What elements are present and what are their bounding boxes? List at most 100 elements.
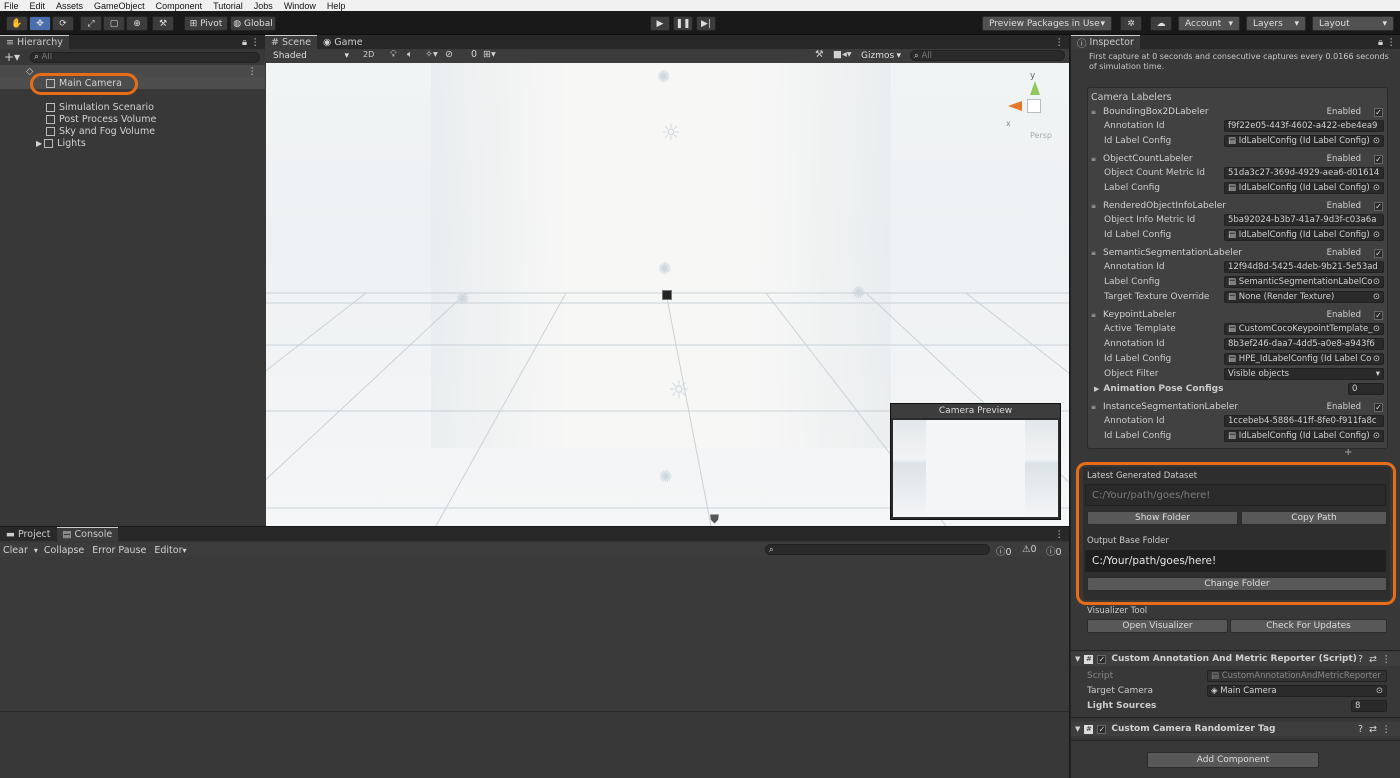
- labeler-field-value[interactable]: ▤ SemanticSegmentationLabelCor ⊙: [1224, 276, 1384, 288]
- labeler-field-value[interactable]: ▤ CustomCocoKeypointTemplate_ ⊙: [1224, 323, 1384, 335]
- menu-gameobject[interactable]: GameObject: [94, 1, 145, 11]
- labeler-enabled-checkbox[interactable]: ✓: [1374, 248, 1383, 258]
- object-picker-icon[interactable]: ⊙: [1372, 324, 1380, 334]
- hierarchy-search-input[interactable]: ⌕ All: [30, 51, 261, 63]
- layers-dropdown[interactable]: Layers ▾: [1246, 16, 1306, 31]
- drag-handle-icon[interactable]: ≡: [1091, 404, 1100, 411]
- chevron-down-icon[interactable]: ▾: [34, 546, 38, 555]
- labeler-field-value[interactable]: 1ccebeb4-5886-41ff-8fe0-f911fa8c: [1224, 415, 1384, 427]
- labeler-field-value[interactable]: ▤ IdLabelConfig (Id Label Config) ⊙: [1224, 229, 1384, 241]
- tab-scene[interactable]: # Scene: [265, 35, 317, 49]
- editor-dropdown[interactable]: Editor: [154, 545, 182, 556]
- object-picker-icon[interactable]: ⊙: [1372, 431, 1380, 441]
- add-component-button[interactable]: Add Component: [1147, 752, 1319, 768]
- drag-handle-icon[interactable]: ≡: [1091, 156, 1100, 163]
- visibility-icon[interactable]: ⊘: [445, 49, 453, 60]
- tab-project[interactable]: ▬ Project: [0, 527, 57, 541]
- reporter-enabled-checkbox[interactable]: ✓: [1097, 654, 1107, 664]
- pause-button[interactable]: ❚❚: [673, 16, 693, 31]
- scene-viewport[interactable]: ✺ ☼ ✺ ✺ ✺ ☼ ✺ ⛊ y x Persp Camera Preview: [266, 63, 1069, 526]
- reporter-component-header[interactable]: ▼ # ✓ Custom Annotation And Metric Repor…: [1071, 652, 1400, 666]
- add-icon[interactable]: +▾: [4, 50, 20, 64]
- hand-tool-icon[interactable]: ✋: [6, 16, 28, 31]
- more-icon[interactable]: ⋮: [1055, 529, 1065, 540]
- labeler-header-instancesegmentationlabeler[interactable]: ≡ InstanceSegmentationLabeler Enabled ✓: [1088, 400, 1387, 414]
- labeler-header-boundingbox2dlabeler[interactable]: ≡ BoundingBox2DLabeler Enabled ✓: [1088, 105, 1387, 119]
- labeler-enabled-checkbox[interactable]: ✓: [1374, 402, 1383, 412]
- hierarchy-item-simulation-scenario[interactable]: Simulation Scenario: [0, 101, 265, 113]
- labeler-field-value[interactable]: ▤ None (Render Texture) ⊙: [1224, 291, 1384, 303]
- error-pause-button[interactable]: Error Pause: [92, 545, 146, 556]
- object-picker-icon[interactable]: ⊙: [1372, 292, 1380, 302]
- labeler-header-semanticsegmentationlabeler[interactable]: ≡ SemanticSegmentationLabeler Enabled ✓: [1088, 246, 1387, 260]
- rect-tool-icon[interactable]: ▢: [103, 16, 125, 31]
- drag-handle-icon[interactable]: ≡: [1091, 312, 1100, 319]
- labeler-field-value[interactable]: f9f22e05-443f-4602-a422-ebe4ea9: [1224, 120, 1384, 132]
- chevron-down-icon[interactable]: ▼: [1075, 725, 1080, 733]
- warning-count[interactable]: ⚠0: [1022, 544, 1037, 555]
- labeler-field-value[interactable]: ▤ IdLabelConfig (Id Label Config) ⊙: [1224, 135, 1384, 147]
- info-count[interactable]: ⓘ0: [996, 544, 1012, 558]
- orientation-gizmo[interactable]: y x Persp: [1006, 71, 1066, 153]
- labeler-enabled-checkbox[interactable]: ✓: [1374, 154, 1383, 164]
- menu-window[interactable]: Window: [284, 1, 316, 11]
- check-updates-button[interactable]: Check For Updates: [1230, 619, 1387, 633]
- transform-tool-icon[interactable]: ⊕: [126, 16, 148, 31]
- account-dropdown[interactable]: Account ▾: [1178, 16, 1240, 31]
- rotate-tool-icon[interactable]: ⟳: [52, 16, 74, 31]
- labeler-enabled-checkbox[interactable]: ✓: [1374, 201, 1383, 211]
- tab-hierarchy[interactable]: ≡ Hierarchy: [0, 35, 69, 49]
- labeler-field-value[interactable]: 8b3ef246-daa7-4dd5-a0e8-a943f6: [1224, 338, 1384, 350]
- labeler-field-value[interactable]: ▤ IdLabelConfig (Id Label Config) ⊙: [1224, 182, 1384, 194]
- menu-edit[interactable]: Edit: [30, 1, 46, 11]
- object-picker-icon[interactable]: ⊙: [1372, 230, 1380, 240]
- menu-help[interactable]: Help: [327, 1, 346, 11]
- chevron-down-icon[interactable]: ▼: [1075, 655, 1080, 663]
- effects-icon[interactable]: ✧▾: [425, 49, 438, 60]
- help-icon[interactable]: ?: [1358, 654, 1363, 665]
- menu-component[interactable]: Component: [156, 1, 203, 11]
- scene-search-input[interactable]: ⌕ All: [910, 50, 1065, 61]
- open-visualizer-button[interactable]: Open Visualizer: [1087, 619, 1228, 633]
- labeler-header-objectcountlabeler[interactable]: ≡ ObjectCountLabeler Enabled ✓: [1088, 152, 1387, 166]
- tools-icon[interactable]: ⚒: [815, 49, 824, 60]
- labeler-field-value[interactable]: 12f94d8d-5425-4deb-9b21-5e53ad: [1224, 261, 1384, 273]
- labeler-enabled-checkbox[interactable]: ✓: [1374, 310, 1383, 320]
- object-picker-icon[interactable]: ⊙: [1372, 277, 1380, 287]
- clear-button[interactable]: Clear: [3, 545, 28, 556]
- animation-pose-configs-label[interactable]: ▶ Animation Pose Configs: [1094, 382, 1223, 396]
- error-count[interactable]: ⓘ0: [1046, 544, 1062, 558]
- gizmos-dropdown[interactable]: Gizmos ▾: [855, 49, 907, 62]
- global-toggle[interactable]: ◍ Global: [230, 16, 276, 31]
- hierarchy-item-post-process-volume[interactable]: Post Process Volume: [0, 113, 265, 125]
- labeler-header-renderedobjectinfolabeler[interactable]: ≡ RenderedObjectInfoLabeler Enabled ✓: [1088, 199, 1387, 213]
- more-icon[interactable]: ⋮: [1387, 37, 1397, 48]
- menu-file[interactable]: File: [4, 1, 19, 11]
- collapse-button[interactable]: Collapse: [44, 545, 84, 556]
- lighting-icon[interactable]: 💡︎: [390, 49, 397, 60]
- cloud-settings-icon[interactable]: ✲: [1120, 16, 1142, 31]
- randomizer-tag-enabled-checkbox[interactable]: ✓: [1097, 724, 1107, 734]
- main-camera-gizmo-icon[interactable]: [662, 290, 672, 300]
- labeler-field-value[interactable]: ▤ IdLabelConfig (Id Label Config) ⊙: [1224, 430, 1384, 442]
- menu-jobs[interactable]: Jobs: [254, 1, 273, 11]
- cloud-icon[interactable]: ☁: [1150, 16, 1172, 31]
- help-icon[interactable]: ?: [1358, 724, 1363, 735]
- preset-icon[interactable]: ⇄: [1369, 654, 1377, 665]
- add-labeler-icon[interactable]: +: [1344, 447, 1352, 458]
- animation-pose-configs-count[interactable]: 0: [1348, 383, 1384, 395]
- object-picker-icon[interactable]: ⊙: [1372, 183, 1380, 193]
- audio-icon[interactable]: 🔈︎: [407, 49, 413, 60]
- labeler-enabled-checkbox[interactable]: ✓: [1374, 107, 1383, 117]
- step-button[interactable]: ▶|: [696, 16, 716, 31]
- more-icon[interactable]: ⋮: [251, 37, 261, 48]
- persp-label[interactable]: Persp: [1030, 131, 1052, 140]
- more-icon[interactable]: ⋮: [1055, 37, 1065, 48]
- object-picker-icon[interactable]: ⊙: [1376, 686, 1383, 696]
- camera-settings-icon[interactable]: ■◂▾: [833, 49, 852, 60]
- shading-mode-dropdown[interactable]: Shaded ▾: [267, 49, 355, 62]
- tab-game[interactable]: ◉ Game: [317, 35, 369, 49]
- console-log-area[interactable]: [0, 557, 1069, 712]
- drag-handle-icon[interactable]: ≡: [1091, 250, 1100, 257]
- pivot-toggle[interactable]: ⊞ Pivot: [184, 16, 228, 31]
